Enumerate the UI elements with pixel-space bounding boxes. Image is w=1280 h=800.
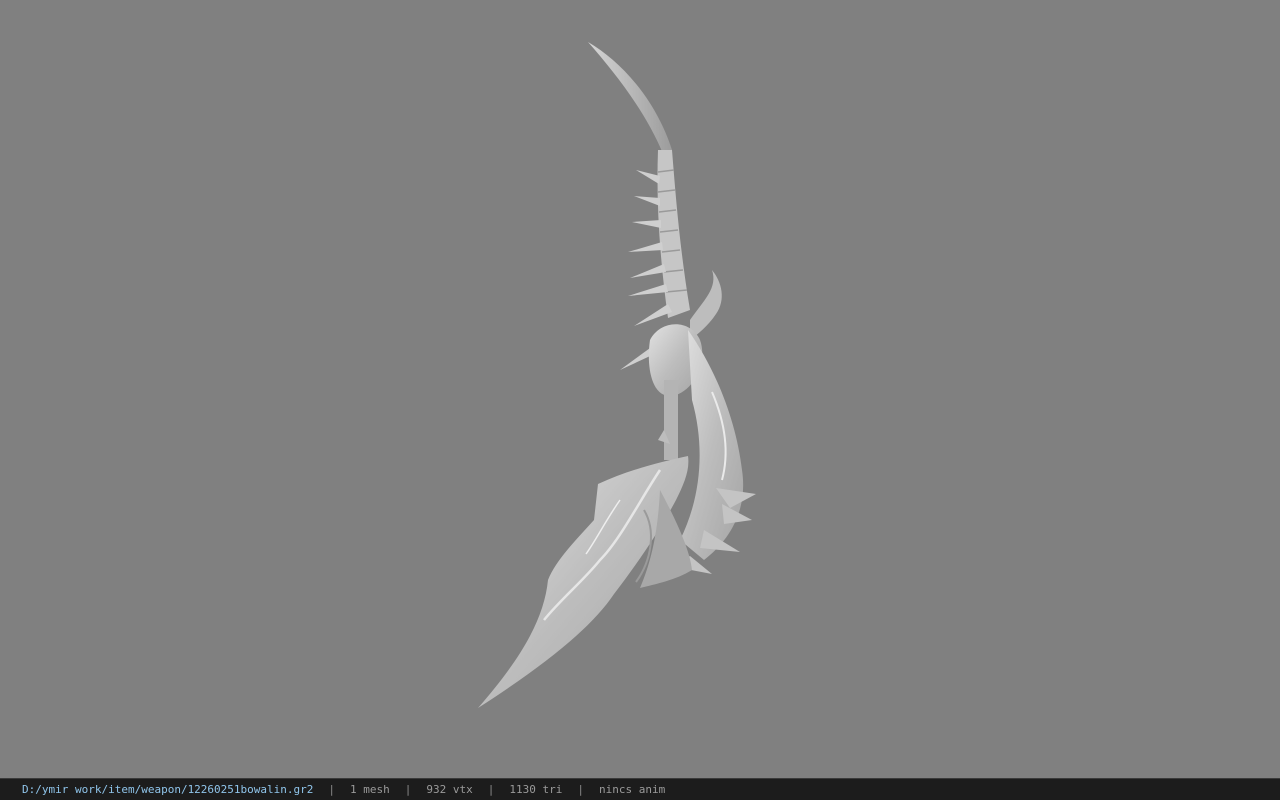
animation-status-label: nincs anim <box>599 783 666 796</box>
upper-limb-spine <box>657 150 690 318</box>
bow-model-render <box>478 42 756 708</box>
vertex-count-label: 932 vtx <box>426 783 473 796</box>
status-bar: D:/ymir work/item/weapon/12260251bowalin… <box>0 778 1280 800</box>
bow-grip-rod <box>664 380 678 460</box>
triangle-count-label: 1130 tri <box>509 783 563 796</box>
mesh-count-label: 1 mesh <box>350 783 390 796</box>
status-separator: | <box>577 783 584 796</box>
3d-viewport[interactable] <box>0 0 1280 778</box>
status-separator: | <box>487 783 495 796</box>
file-path-label: D:/ymir work/item/weapon/12260251bowalin… <box>22 783 314 796</box>
right-horn <box>690 270 722 340</box>
upper-limb-tip <box>588 42 672 156</box>
status-separator: | <box>328 783 336 796</box>
status-separator: | <box>404 783 412 796</box>
